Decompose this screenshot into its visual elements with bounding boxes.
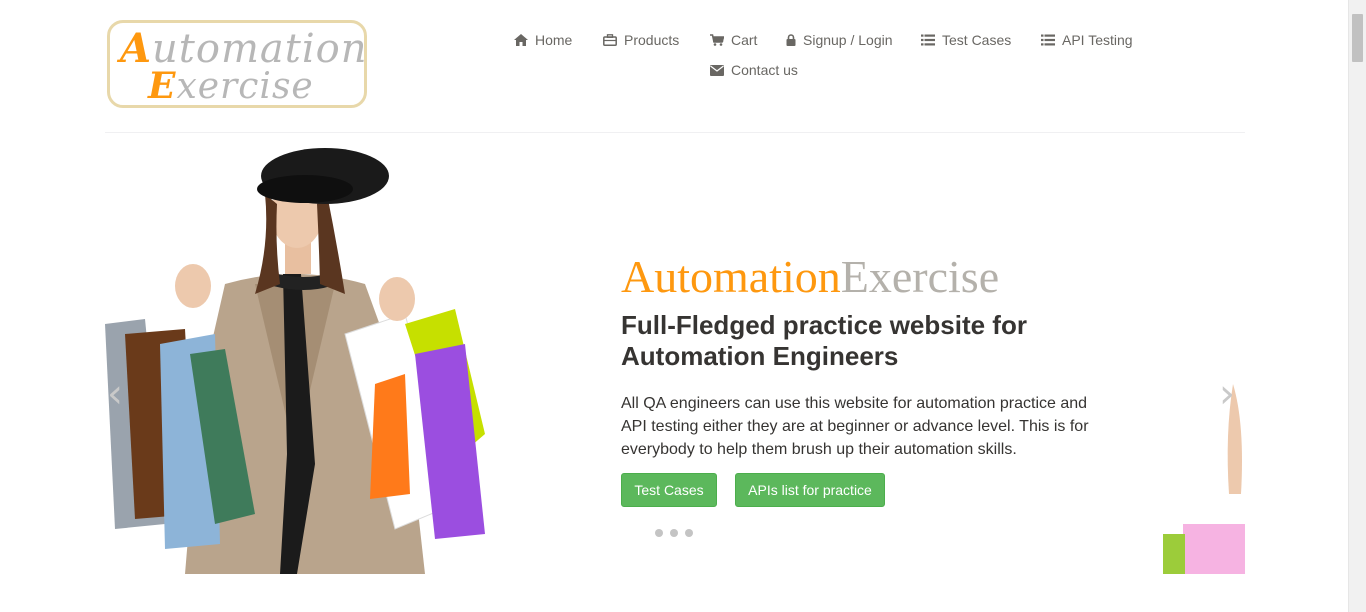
- apis-list-button[interactable]: APIs list for practice: [735, 473, 885, 507]
- hero-carousel: ‹ › AutomationExercise Full-Fledged prac…: [105, 134, 1245, 574]
- nav-api-testing[interactable]: API Testing: [1041, 32, 1133, 48]
- nav-test-cases[interactable]: Test Cases: [921, 32, 1011, 48]
- nav-test-cases-label: Test Cases: [942, 32, 1012, 48]
- nav-home[interactable]: Home: [514, 32, 572, 48]
- list-icon: [921, 34, 935, 46]
- logo-letter-e: E: [148, 65, 177, 107]
- nav-home-label: Home: [535, 32, 573, 48]
- nav-cart[interactable]: Cart: [710, 32, 757, 48]
- page: Automation Exercise Home Products Cart S…: [0, 0, 1349, 612]
- carousel-indicator-1[interactable]: [655, 529, 663, 537]
- site-logo[interactable]: Automation Exercise: [107, 20, 367, 108]
- carousel-indicators: [655, 529, 693, 537]
- hero-title-automation: Automation: [621, 251, 841, 302]
- nav-products-label: Products: [624, 32, 680, 48]
- hero-title: AutomationExercise: [621, 250, 999, 303]
- list-icon: [1041, 34, 1055, 46]
- scrollbar-thumb[interactable]: [1352, 14, 1363, 62]
- lock-icon: [786, 34, 796, 46]
- test-cases-button[interactable]: Test Cases: [621, 473, 717, 507]
- logo-text: Automation Exercise: [110, 23, 364, 105]
- logo-word-exercise: xercise: [176, 66, 314, 107]
- nav-cart-label: Cart: [731, 32, 758, 48]
- nav-products[interactable]: Products: [603, 32, 679, 48]
- nav-api-testing-label: API Testing: [1062, 32, 1133, 48]
- shopping-cart-icon: [710, 34, 724, 46]
- vertical-scrollbar[interactable]: [1348, 0, 1366, 612]
- carousel-next-arrow[interactable]: ›: [1219, 374, 1235, 414]
- hero-description: All QA engineers can use this website fo…: [621, 395, 1089, 458]
- nav-signup-login-label: Signup / Login: [803, 32, 893, 48]
- envelope-icon: [710, 64, 724, 76]
- nav-signup-login[interactable]: Signup / Login: [786, 32, 893, 48]
- carousel-prev-arrow[interactable]: ‹: [107, 374, 123, 414]
- shopping-girl-image: [105, 148, 485, 574]
- nav-contact-us[interactable]: Contact us: [710, 62, 798, 78]
- hero-subtitle: Full-Fledged practice website for Automa…: [621, 310, 1027, 371]
- home-icon: [514, 34, 528, 46]
- header-divider: [105, 132, 1245, 133]
- carousel-indicator-2[interactable]: [670, 529, 678, 537]
- hero-title-exercise: Exercise: [840, 251, 1000, 302]
- carousel-indicator-3[interactable]: [685, 529, 693, 537]
- briefcase-icon: [603, 34, 617, 46]
- nav-contact-us-label: Contact us: [731, 62, 798, 78]
